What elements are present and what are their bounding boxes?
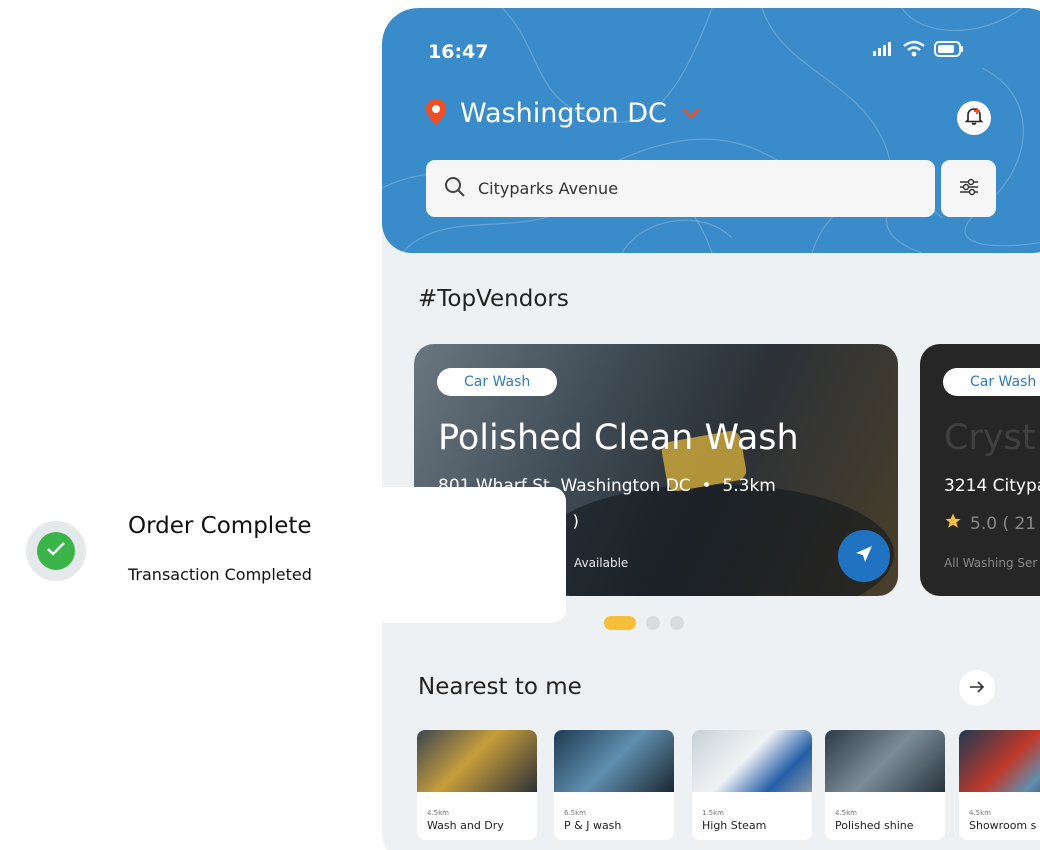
success-circle <box>37 532 75 570</box>
carousel-dot[interactable] <box>670 616 684 630</box>
checkmark-icon <box>46 541 66 561</box>
carousel-dot[interactable] <box>646 616 660 630</box>
nearest-thumbnail <box>554 730 674 792</box>
category-badge: Car Wash <box>943 368 1040 396</box>
vendor-rating: 5.0 ( 21 <box>944 512 1036 535</box>
search-input[interactable]: Cityparks Avenue <box>426 160 935 217</box>
nearest-distance: 4.5km <box>835 809 858 817</box>
star-icon <box>944 512 962 535</box>
nearest-thumbnail <box>692 730 812 792</box>
nearest-card[interactable]: 6.5km P & J wash <box>554 730 674 840</box>
carousel-dots <box>604 616 684 630</box>
notification-button[interactable] <box>957 101 991 135</box>
nearest-title: Nearest to me <box>418 674 582 700</box>
nearest-name: Wash and Dry <box>427 819 504 832</box>
chevron-down-icon <box>681 104 701 123</box>
filter-button[interactable] <box>941 160 996 217</box>
nearest-distance: 4.5km <box>427 809 450 817</box>
success-badge <box>26 521 86 581</box>
battery-icon <box>934 41 964 57</box>
status-time: 16:47 <box>428 41 489 63</box>
navigation-arrow-icon <box>853 543 875 569</box>
status-icons <box>872 40 964 58</box>
nearest-name: High Steam <box>702 819 767 832</box>
vendor-name: Cryst <box>944 418 1036 458</box>
nearest-thumbnail <box>825 730 945 792</box>
nearest-name: Polished shine <box>835 819 914 832</box>
vendor-services: Available <box>574 556 629 570</box>
location-city: Washington DC <box>460 98 667 129</box>
nearest-distance: 6.5km <box>564 809 587 817</box>
search-placeholder: Cityparks Avenue <box>478 179 619 198</box>
nearest-card[interactable]: 4.5km Showroom s <box>959 730 1040 840</box>
carousel-dot-active[interactable] <box>604 616 636 630</box>
arrow-right-icon <box>969 678 985 699</box>
nearest-card[interactable]: 1.5km High Steam <box>692 730 812 840</box>
see-all-button[interactable] <box>959 670 995 706</box>
vendor-address: 3214 Citypa <box>944 476 1040 496</box>
vendor-distance: 5.3km <box>722 476 776 496</box>
nearest-card[interactable]: 4.5km Wash and Dry <box>417 730 537 840</box>
signal-icon <box>872 41 894 57</box>
top-vendors-title: #TopVendors <box>418 286 569 312</box>
filter-sliders-icon <box>958 177 980 201</box>
bell-add-icon <box>964 106 984 130</box>
navigate-button[interactable] <box>838 530 890 582</box>
separator-dot: • <box>696 476 723 496</box>
wifi-icon <box>902 40 926 58</box>
nearest-distance: 4.5km <box>969 809 992 817</box>
nearest-name: Showroom s <box>969 819 1037 832</box>
nearest-thumbnail <box>417 730 537 792</box>
nearest-thumbnail <box>959 730 1040 792</box>
toast-title: Order Complete <box>128 513 312 539</box>
location-pin-icon <box>426 98 446 129</box>
vendor-services: All Washing Ser <box>944 556 1038 570</box>
nearest-card[interactable]: 4.5km Polished shine <box>825 730 945 840</box>
vendor-name: Polished Clean Wash <box>438 418 799 458</box>
vendor-card[interactable]: Car Wash Cryst 3214 Citypa 5.0 ( 21 All … <box>920 344 1040 596</box>
location-selector[interactable]: Washington DC <box>426 98 701 129</box>
nearest-name: P & J wash <box>564 819 622 832</box>
toast-subtitle: Transaction Completed <box>128 565 312 584</box>
category-badge: Car Wash <box>437 368 558 396</box>
search-icon <box>444 176 466 202</box>
nearest-distance: 1.5km <box>702 809 725 817</box>
phone-screen: 16:47 Washington DC Cityparks Avenue #To… <box>382 8 1040 850</box>
card-photo-shape <box>534 484 894 596</box>
header: 16:47 Washington DC Cityparks Avenue <box>382 8 1040 253</box>
rating-text: 5.0 ( 21 <box>970 513 1037 534</box>
